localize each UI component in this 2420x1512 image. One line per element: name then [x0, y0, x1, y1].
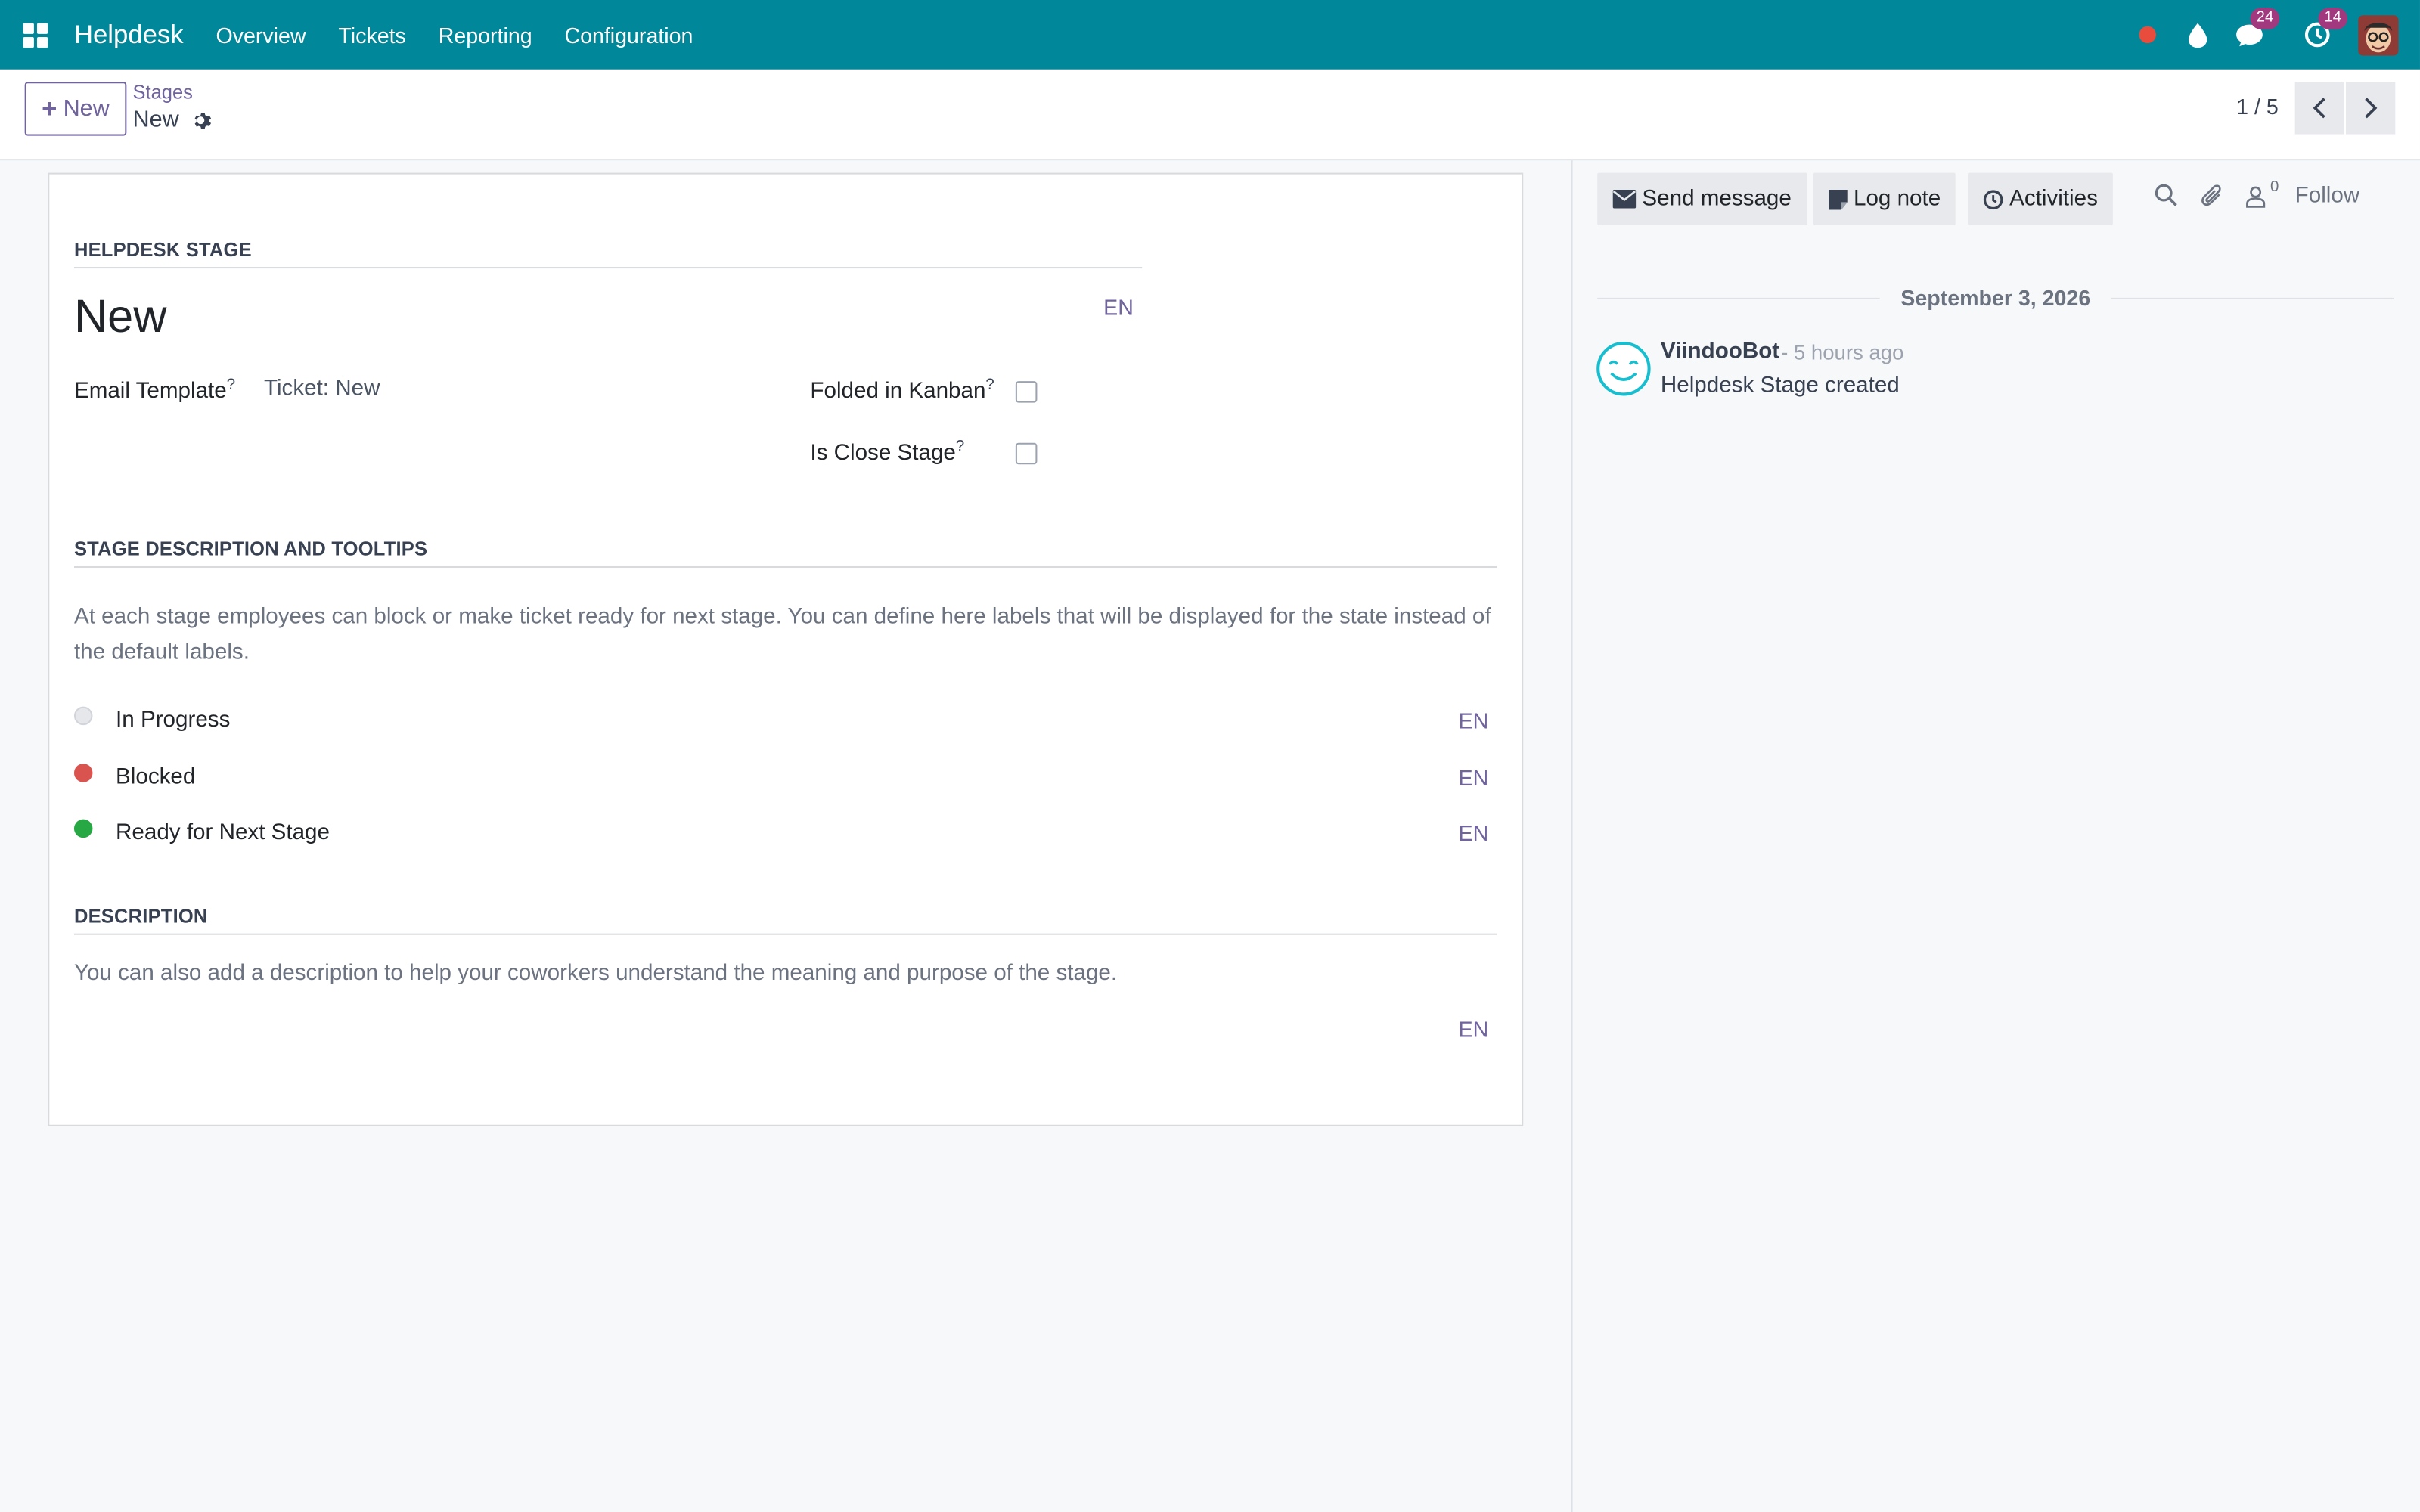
- search-icon[interactable]: [2155, 184, 2178, 207]
- clock-icon: [1983, 189, 2003, 209]
- breadcrumb-parent[interactable]: Stages: [133, 82, 193, 104]
- tooltips-help-text: At each stage employees can block or mak…: [73, 604, 1491, 665]
- folded-kanban-label: Folded in Kanban?: [810, 376, 994, 404]
- lang-button-description[interactable]: EN: [1459, 1017, 1489, 1042]
- chat-icon[interactable]: 24: [2232, 7, 2280, 51]
- pager-value[interactable]: 1 / 5: [2236, 94, 2279, 119]
- state-label-in-progress[interactable]: In Progress: [116, 708, 230, 733]
- send-message-button[interactable]: Send message: [1597, 172, 1807, 225]
- lang-button-in-progress[interactable]: EN: [1459, 708, 1489, 733]
- section-title-description: DESCRIPTION: [73, 905, 208, 928]
- lang-button-blocked[interactable]: EN: [1459, 765, 1489, 790]
- stage-name-field[interactable]: New: [74, 292, 166, 344]
- help-icon[interactable]: ?: [227, 376, 235, 393]
- app-name[interactable]: Helpdesk: [74, 20, 184, 51]
- pager-previous-button[interactable]: [2294, 82, 2344, 135]
- chevron-left-icon: [2313, 98, 2325, 119]
- menu-overview[interactable]: Overview: [216, 23, 306, 48]
- control-panel: + New Stages New 1 / 5: [0, 69, 2420, 161]
- menu-configuration[interactable]: Configuration: [564, 23, 693, 48]
- activities-badge: 14: [2318, 7, 2348, 29]
- user-avatar[interactable]: [2358, 14, 2399, 55]
- bot-avatar: [1596, 342, 1651, 396]
- log-note-label: Log note: [1854, 186, 1941, 212]
- plus-icon: +: [42, 93, 57, 123]
- help-icon[interactable]: ?: [985, 376, 994, 393]
- breadcrumb-current-label: New: [132, 106, 179, 133]
- message-author[interactable]: ViindooBot: [1661, 339, 1779, 364]
- state-dot-ready-icon: [73, 819, 93, 838]
- menu-reporting[interactable]: Reporting: [439, 23, 532, 48]
- close-stage-label: Is Close Stage?: [810, 438, 965, 466]
- section-divider: [73, 267, 1143, 269]
- activities-button[interactable]: Activities: [1968, 172, 2114, 225]
- email-template-field[interactable]: Ticket: New: [264, 376, 380, 401]
- chatter-divider: [1571, 160, 1573, 1512]
- top-navbar: Helpdesk Overview Tickets Reporting Conf…: [0, 0, 2420, 70]
- state-label-ready[interactable]: Ready for Next Stage: [116, 821, 330, 846]
- section-divider: [73, 565, 1497, 569]
- help-icon[interactable]: ?: [956, 438, 964, 455]
- chevron-right-icon: [2365, 98, 2378, 119]
- clock-icon[interactable]: 14: [2300, 7, 2348, 51]
- messages-badge: 24: [2250, 7, 2280, 29]
- message-body: Helpdesk Stage created: [1660, 373, 1900, 398]
- lang-button-ready[interactable]: EN: [1459, 821, 1489, 846]
- activities-label: Activities: [2009, 186, 2098, 212]
- breadcrumb-current: New: [133, 107, 212, 133]
- lang-button-name[interactable]: EN: [1103, 295, 1134, 320]
- section-title-stage: HELPDESK STAGE: [73, 239, 252, 261]
- section-title-tooltips: STAGE DESCRIPTION AND TOOLTIPS: [73, 538, 428, 560]
- paperclip-icon[interactable]: [2201, 184, 2224, 209]
- followers-icon[interactable]: [2245, 185, 2266, 209]
- form-sheet: HELPDESK STAGE New EN Email Template? Ti…: [48, 172, 1524, 1126]
- envelope-icon: [1612, 190, 1637, 209]
- send-message-label: Send message: [1642, 186, 1792, 212]
- date-separator: September 3, 2026: [1597, 284, 2394, 312]
- log-note-button[interactable]: Log note: [1813, 172, 1956, 225]
- email-template-label: Email Template?: [73, 376, 236, 404]
- state-dot-blocked-icon: [73, 764, 93, 782]
- follow-button[interactable]: Follow: [2295, 184, 2360, 209]
- message-time: - 5 hours ago: [1781, 341, 1904, 364]
- droplet-icon[interactable]: [2181, 17, 2215, 51]
- menu-tickets[interactable]: Tickets: [338, 23, 405, 48]
- new-button[interactable]: + New: [24, 82, 127, 136]
- state-dot-in-progress-icon: [73, 706, 93, 726]
- section-divider: [73, 933, 1497, 935]
- followers-count: 0: [2270, 178, 2279, 197]
- description-field[interactable]: You can also add a description to help y…: [74, 956, 1500, 991]
- close-stage-checkbox[interactable]: [1015, 442, 1038, 465]
- apps-grid-icon[interactable]: [23, 22, 48, 48]
- note-icon: [1829, 188, 1848, 209]
- status-dot-icon[interactable]: [2130, 17, 2164, 51]
- folded-kanban-checkbox[interactable]: [1015, 381, 1038, 403]
- gear-icon[interactable]: [190, 109, 212, 131]
- new-button-label: New: [63, 95, 110, 122]
- state-label-blocked[interactable]: Blocked: [116, 765, 195, 790]
- pager-next-button[interactable]: [2346, 82, 2396, 135]
